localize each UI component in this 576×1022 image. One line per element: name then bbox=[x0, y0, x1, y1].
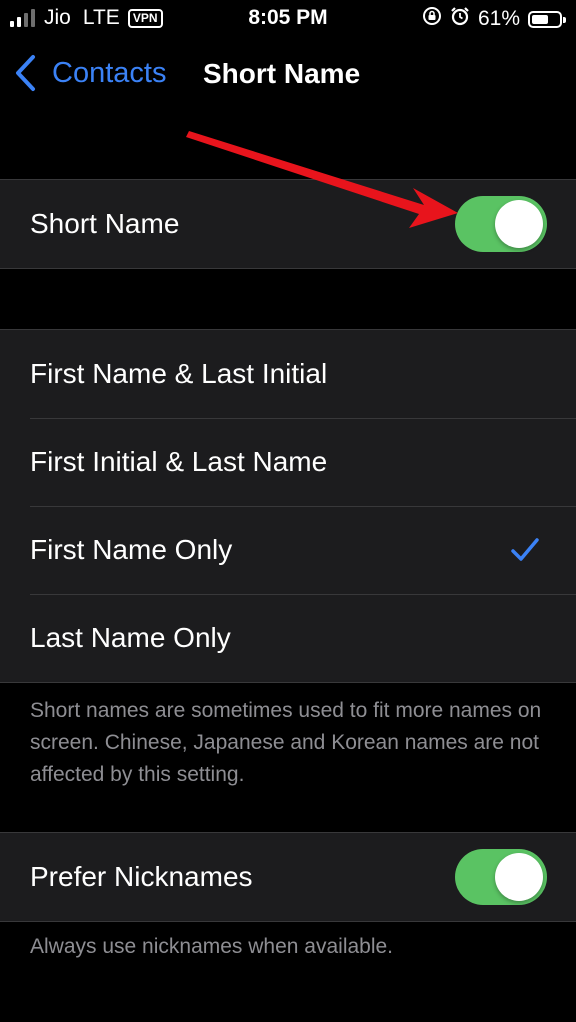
toggle-knob bbox=[495, 200, 543, 248]
option-first-name-last-initial[interactable]: First Name & Last Initial bbox=[0, 330, 576, 418]
battery-percent: 61% bbox=[477, 7, 520, 30]
alarm-icon bbox=[450, 6, 470, 32]
short-name-toggle[interactable] bbox=[455, 196, 547, 252]
prefer-nicknames-row: Prefer Nicknames bbox=[0, 833, 576, 921]
prefer-nicknames-label: Prefer Nicknames bbox=[30, 861, 253, 892]
option-first-name-only[interactable]: First Name Only bbox=[0, 506, 576, 594]
orientation-lock-icon bbox=[422, 6, 442, 32]
back-button-label: Contacts bbox=[52, 56, 167, 89]
page-title: Short Name bbox=[203, 58, 361, 89]
prefer-nicknames-toggle[interactable] bbox=[455, 849, 547, 905]
status-right: 61% bbox=[422, 6, 566, 32]
toggle-knob bbox=[495, 853, 543, 901]
option-label: First Name Only bbox=[30, 534, 233, 565]
option-first-initial-last-name[interactable]: First Initial & Last Name bbox=[0, 418, 576, 506]
status-bar: Jio LTE VPN 8:05 PM 61% bbox=[0, 0, 576, 38]
option-label: First Initial & Last Name bbox=[30, 446, 328, 477]
short-name-group: Short Name bbox=[0, 179, 576, 269]
screen: Jio LTE VPN 8:05 PM 61% Contacts Short N… bbox=[0, 0, 576, 1022]
format-options-group: First Name & Last Initial First Initial … bbox=[0, 329, 576, 683]
back-button[interactable]: Contacts bbox=[14, 54, 166, 92]
option-label: First Name & Last Initial bbox=[30, 358, 328, 389]
chevron-left-icon bbox=[16, 55, 35, 91]
battery-icon bbox=[528, 10, 566, 28]
nicknames-footer-note: Always use nicknames when available. bbox=[30, 935, 394, 958]
short-name-footer-note: Short names are sometimes used to fit mo… bbox=[30, 699, 542, 786]
option-last-name-only[interactable]: Last Name Only bbox=[0, 594, 576, 682]
short-name-label: Short Name bbox=[30, 208, 180, 239]
option-label: Last Name Only bbox=[30, 622, 231, 653]
prefer-nicknames-group: Prefer Nicknames bbox=[0, 832, 576, 922]
checkmark-icon bbox=[511, 538, 539, 561]
short-name-row: Short Name bbox=[0, 180, 576, 268]
